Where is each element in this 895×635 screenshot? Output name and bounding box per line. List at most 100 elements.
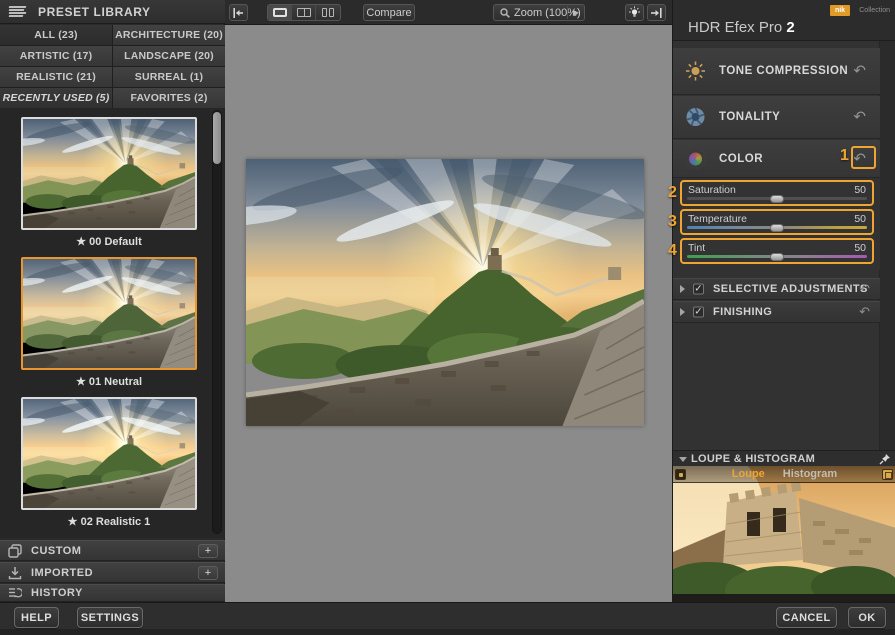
tint-handle[interactable] [770,253,784,261]
ok-button[interactable]: OK [848,607,886,628]
preset-list-scrollbar[interactable] [212,110,222,534]
preset-list: ★ 00 Default ★ 01 Neutral ★ 02 Realistic… [0,108,225,538]
collapse-right-icon [651,8,662,18]
section-tonality[interactable]: TONALITY ↶ [673,96,880,139]
loupe-zoom-point-icon[interactable] [675,469,686,480]
saturation-slider[interactable]: Saturation 50 [680,180,874,206]
tab-loupe[interactable]: Loupe [732,468,765,480]
zoom-dropdown-arrow-icon[interactable]: ▶ [573,8,579,17]
tab-recently-used[interactable]: RECENTLY USED (5) [0,88,112,108]
tone-compression-reset-button[interactable]: ↶ [853,64,866,79]
sun-icon [685,61,706,82]
finishing-reset-button[interactable]: ↶ [859,304,870,320]
finishing-checkbox[interactable]: ✓ [693,307,704,318]
single-view-icon [273,8,287,17]
loupe-preview-image[interactable] [673,466,895,602]
tab-surreal[interactable]: SURREAL (1) [113,67,225,87]
preset-thumbnail[interactable] [21,397,197,510]
help-button[interactable]: HELP [14,607,59,628]
lightbulb-icon [628,6,641,19]
expand-triangle-icon[interactable] [680,308,685,316]
magnifier-icon [500,8,510,18]
saturation-value: 50 [854,184,866,196]
app-title: HDR Efex Pro 2 [688,19,795,36]
menu-icon[interactable] [9,6,26,18]
tonality-reset-button[interactable]: ↶ [853,110,866,125]
collapse-left-panel-button[interactable] [229,4,248,21]
background-color-button[interactable] [625,4,644,21]
imported-group-header[interactable]: IMPORTED + [0,562,225,583]
tab-favorites[interactable]: FAVORITES (2) [113,88,225,108]
settings-button[interactable]: SETTINGS [77,607,143,628]
imported-icon [8,566,22,580]
annotation-number-3: 3 [668,213,677,231]
preset-item-realistic1[interactable]: ★ 02 Realistic 1 [21,397,197,528]
preset-label: ★ 01 Neutral [21,375,197,388]
collapse-triangle-icon[interactable] [679,457,687,462]
tab-histogram[interactable]: Histogram [783,468,837,480]
annotation-number-2: 2 [668,184,677,202]
preset-thumbnail[interactable] [21,117,197,230]
side-by-side-icon [322,8,334,17]
tab-artistic[interactable]: ARTISTIC (17) [0,46,112,66]
image-canvas[interactable] [225,25,672,602]
view-split-button[interactable] [292,5,316,20]
section-finishing[interactable]: ✓ FINISHING ↶ [673,301,880,323]
main-preview-image[interactable] [246,159,644,426]
color-label: COLOR [719,153,763,165]
view-single-button[interactable] [268,5,292,20]
pin-icon[interactable] [879,453,891,465]
tab-realistic[interactable]: REALISTIC (21) [0,67,112,87]
section-selective-adjustments[interactable]: ✓ SELECTIVE ADJUSTMENTS ↶ [673,278,880,300]
aperture-icon [685,107,706,128]
color-wheel-icon [685,148,706,169]
temperature-handle[interactable] [770,224,784,232]
tab-landscape[interactable]: LANDSCAPE (20) [113,46,225,66]
app-window: PRESET LIBRARY ALL (23) ARCHITECTURE (20… [0,0,895,635]
tone-compression-label: TONE COMPRESSION [719,65,848,77]
preset-library-title: PRESET LIBRARY [38,5,151,19]
loupe-histogram-header[interactable]: LOUPE & HISTOGRAM [673,450,895,466]
tint-slider[interactable]: Tint 50 [680,238,874,264]
nik-badge: nik [830,5,850,16]
preset-library-header[interactable]: PRESET LIBRARY [0,0,225,24]
adjustments-scrollbar-gutter[interactable] [879,41,895,450]
collapse-left-icon [233,8,244,18]
selective-adjustments-reset-button[interactable]: ↶ [859,281,870,297]
loupe-detach-icon[interactable] [882,469,893,480]
preset-thumbnail-selected[interactable] [21,257,197,370]
zoom-control[interactable]: Zoom (100%) ▶ [493,4,585,21]
custom-group-label: CUSTOM [31,545,81,557]
zoom-divider [567,6,568,19]
tab-all[interactable]: ALL (23) [0,25,112,45]
cancel-button[interactable]: CANCEL [776,607,837,628]
split-view-icon [297,8,311,17]
compare-button[interactable]: Compare [363,4,415,21]
annotation-number-4: 4 [668,242,677,260]
saturation-handle[interactable] [770,195,784,203]
expand-triangle-icon[interactable] [680,285,685,293]
temperature-slider[interactable]: Temperature 50 [680,209,874,235]
top-toolbar: Compare Zoom (100%) ▶ [225,0,672,25]
preset-library-panel: PRESET LIBRARY ALL (23) ARCHITECTURE (20… [0,0,225,602]
collection-label: Collection [859,7,890,14]
history-group-label: HISTORY [31,587,83,599]
tab-architecture[interactable]: ARCHITECTURE (20) [113,25,225,45]
preset-list-scrollbar-thumb[interactable] [213,112,221,164]
collapse-right-panel-button[interactable] [647,4,666,21]
custom-group-header[interactable]: CUSTOM + [0,540,225,561]
selective-adjustments-checkbox[interactable]: ✓ [693,284,704,295]
section-tone-compression[interactable]: TONE COMPRESSION ↶ [673,48,880,95]
imported-add-button[interactable]: + [198,566,218,580]
preset-item-neutral[interactable]: ★ 01 Neutral [21,257,197,388]
tint-label: Tint [688,242,705,254]
tint-value: 50 [854,242,866,254]
temperature-value: 50 [854,213,866,225]
loupe-histogram-title: LOUPE & HISTOGRAM [691,453,815,465]
view-mode-buttons [267,4,341,21]
selective-adjustments-label: SELECTIVE ADJUSTMENTS [713,283,868,295]
history-group-header[interactable]: HISTORY [0,584,225,602]
custom-add-button[interactable]: + [198,544,218,558]
view-side-by-side-button[interactable] [316,5,340,20]
preset-item-default[interactable]: ★ 00 Default [21,117,197,248]
